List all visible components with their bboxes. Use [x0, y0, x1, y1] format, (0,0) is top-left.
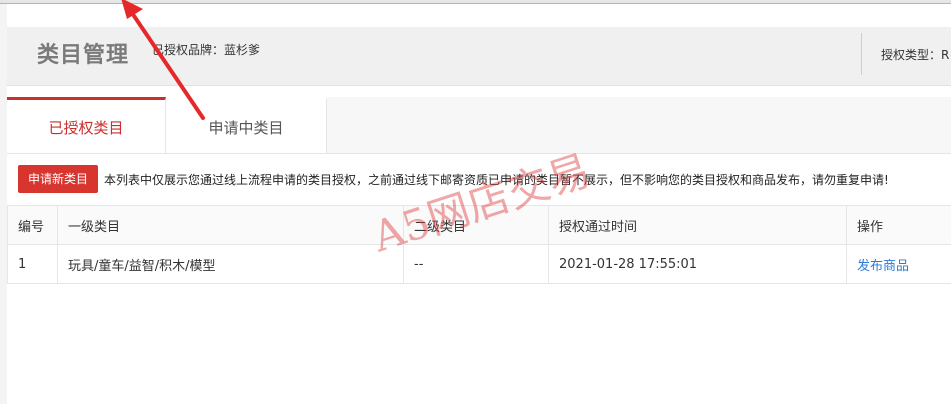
left-gutter	[0, 4, 7, 404]
apply-new-category-button[interactable]: 申请新类目	[18, 165, 98, 193]
page-header: 类目管理 已授权品牌：蓝杉爹 授权类型：R	[7, 27, 951, 86]
cell-id: 1	[7, 244, 58, 284]
column-header-level2: 二级类目	[403, 205, 549, 245]
browser-top-strip	[0, 0, 951, 4]
column-header-action: 操作	[846, 205, 951, 245]
cell-level1: 玩具/童车/益智/积木/模型	[57, 244, 404, 284]
column-header-id: 编号	[7, 205, 58, 245]
tab-authorized-categories[interactable]: 已授权类目	[7, 97, 166, 153]
publish-product-link[interactable]: 发布商品	[857, 259, 909, 274]
header-divider	[861, 33, 862, 75]
page-title: 类目管理	[37, 43, 130, 68]
column-header-level1: 一级类目	[57, 205, 404, 245]
category-table: 编号 一级类目 二级类目 授权通过时间 操作 1 玩具/童车/益智/积木/模型 …	[7, 205, 951, 284]
authorization-type-label: 授权类型：R	[881, 48, 950, 62]
table-row: 1 玩具/童车/益智/积木/模型 -- 2021-01-28 17:55:01 …	[7, 244, 951, 284]
table-header-row: 编号 一级类目 二级类目 授权通过时间 操作	[7, 205, 951, 245]
authorized-brand-label: 已授权品牌：蓝杉爹	[152, 43, 261, 57]
cell-action: 发布商品	[846, 244, 951, 284]
cell-level2: --	[403, 244, 549, 284]
column-header-time: 授权通过时间	[548, 205, 847, 245]
tab-pending-categories[interactable]: 申请中类目	[166, 97, 327, 153]
notice-text: 本列表中仅展示您通过线上流程申请的类目授权，之前通过线下邮寄资质已申请的类目暂不…	[104, 173, 889, 187]
category-tabs: 已授权类目 申请中类目	[7, 97, 951, 154]
action-row: 申请新类目 本列表中仅展示您通过线上流程申请的类目授权，之前通过线下邮寄资质已申…	[7, 154, 951, 204]
cell-time: 2021-01-28 17:55:01	[548, 244, 847, 284]
